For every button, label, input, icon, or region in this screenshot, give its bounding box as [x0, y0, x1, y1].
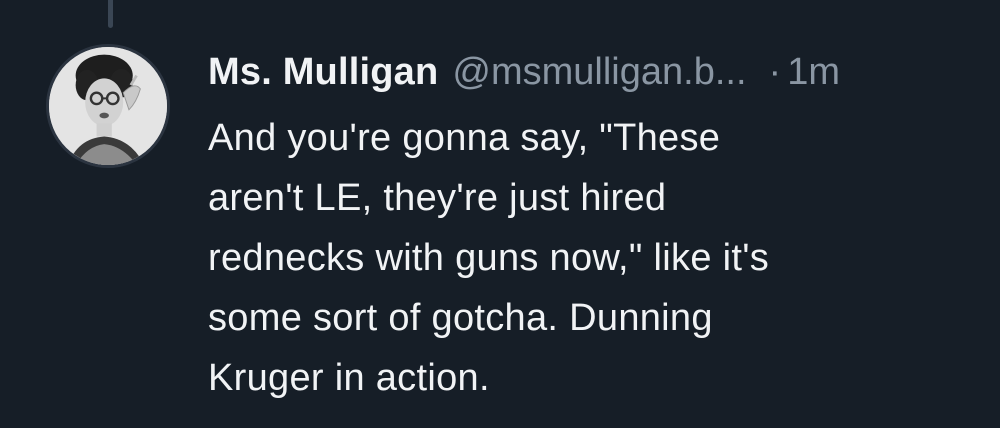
post-text-line: some sort of gotcha. Dunning: [208, 297, 713, 339]
post-text-line: rednecks with guns now," like it's: [208, 237, 770, 279]
header-separator: ·: [768, 51, 782, 93]
profile-avatar-icon: [49, 47, 167, 165]
post-text-line: Kruger in action.: [208, 357, 490, 399]
post-timestamp[interactable]: 1m: [787, 44, 840, 100]
thread-connector-line: [108, 0, 113, 28]
post-text-line: And you're gonna say, "These: [208, 117, 721, 159]
post-content: Ms. Mulligan @msmulligan.b... · 1m And y…: [208, 44, 980, 408]
post-text-line: aren't LE, they're just hired: [208, 177, 667, 219]
author-handle[interactable]: @msmulligan.b...: [452, 44, 746, 100]
post-header: Ms. Mulligan @msmulligan.b... · 1m: [208, 44, 980, 100]
post-body-text: And you're gonna say, "These aren't LE, …: [208, 108, 908, 408]
author-display-name[interactable]: Ms. Mulligan: [208, 44, 438, 100]
author-avatar[interactable]: [46, 44, 170, 168]
